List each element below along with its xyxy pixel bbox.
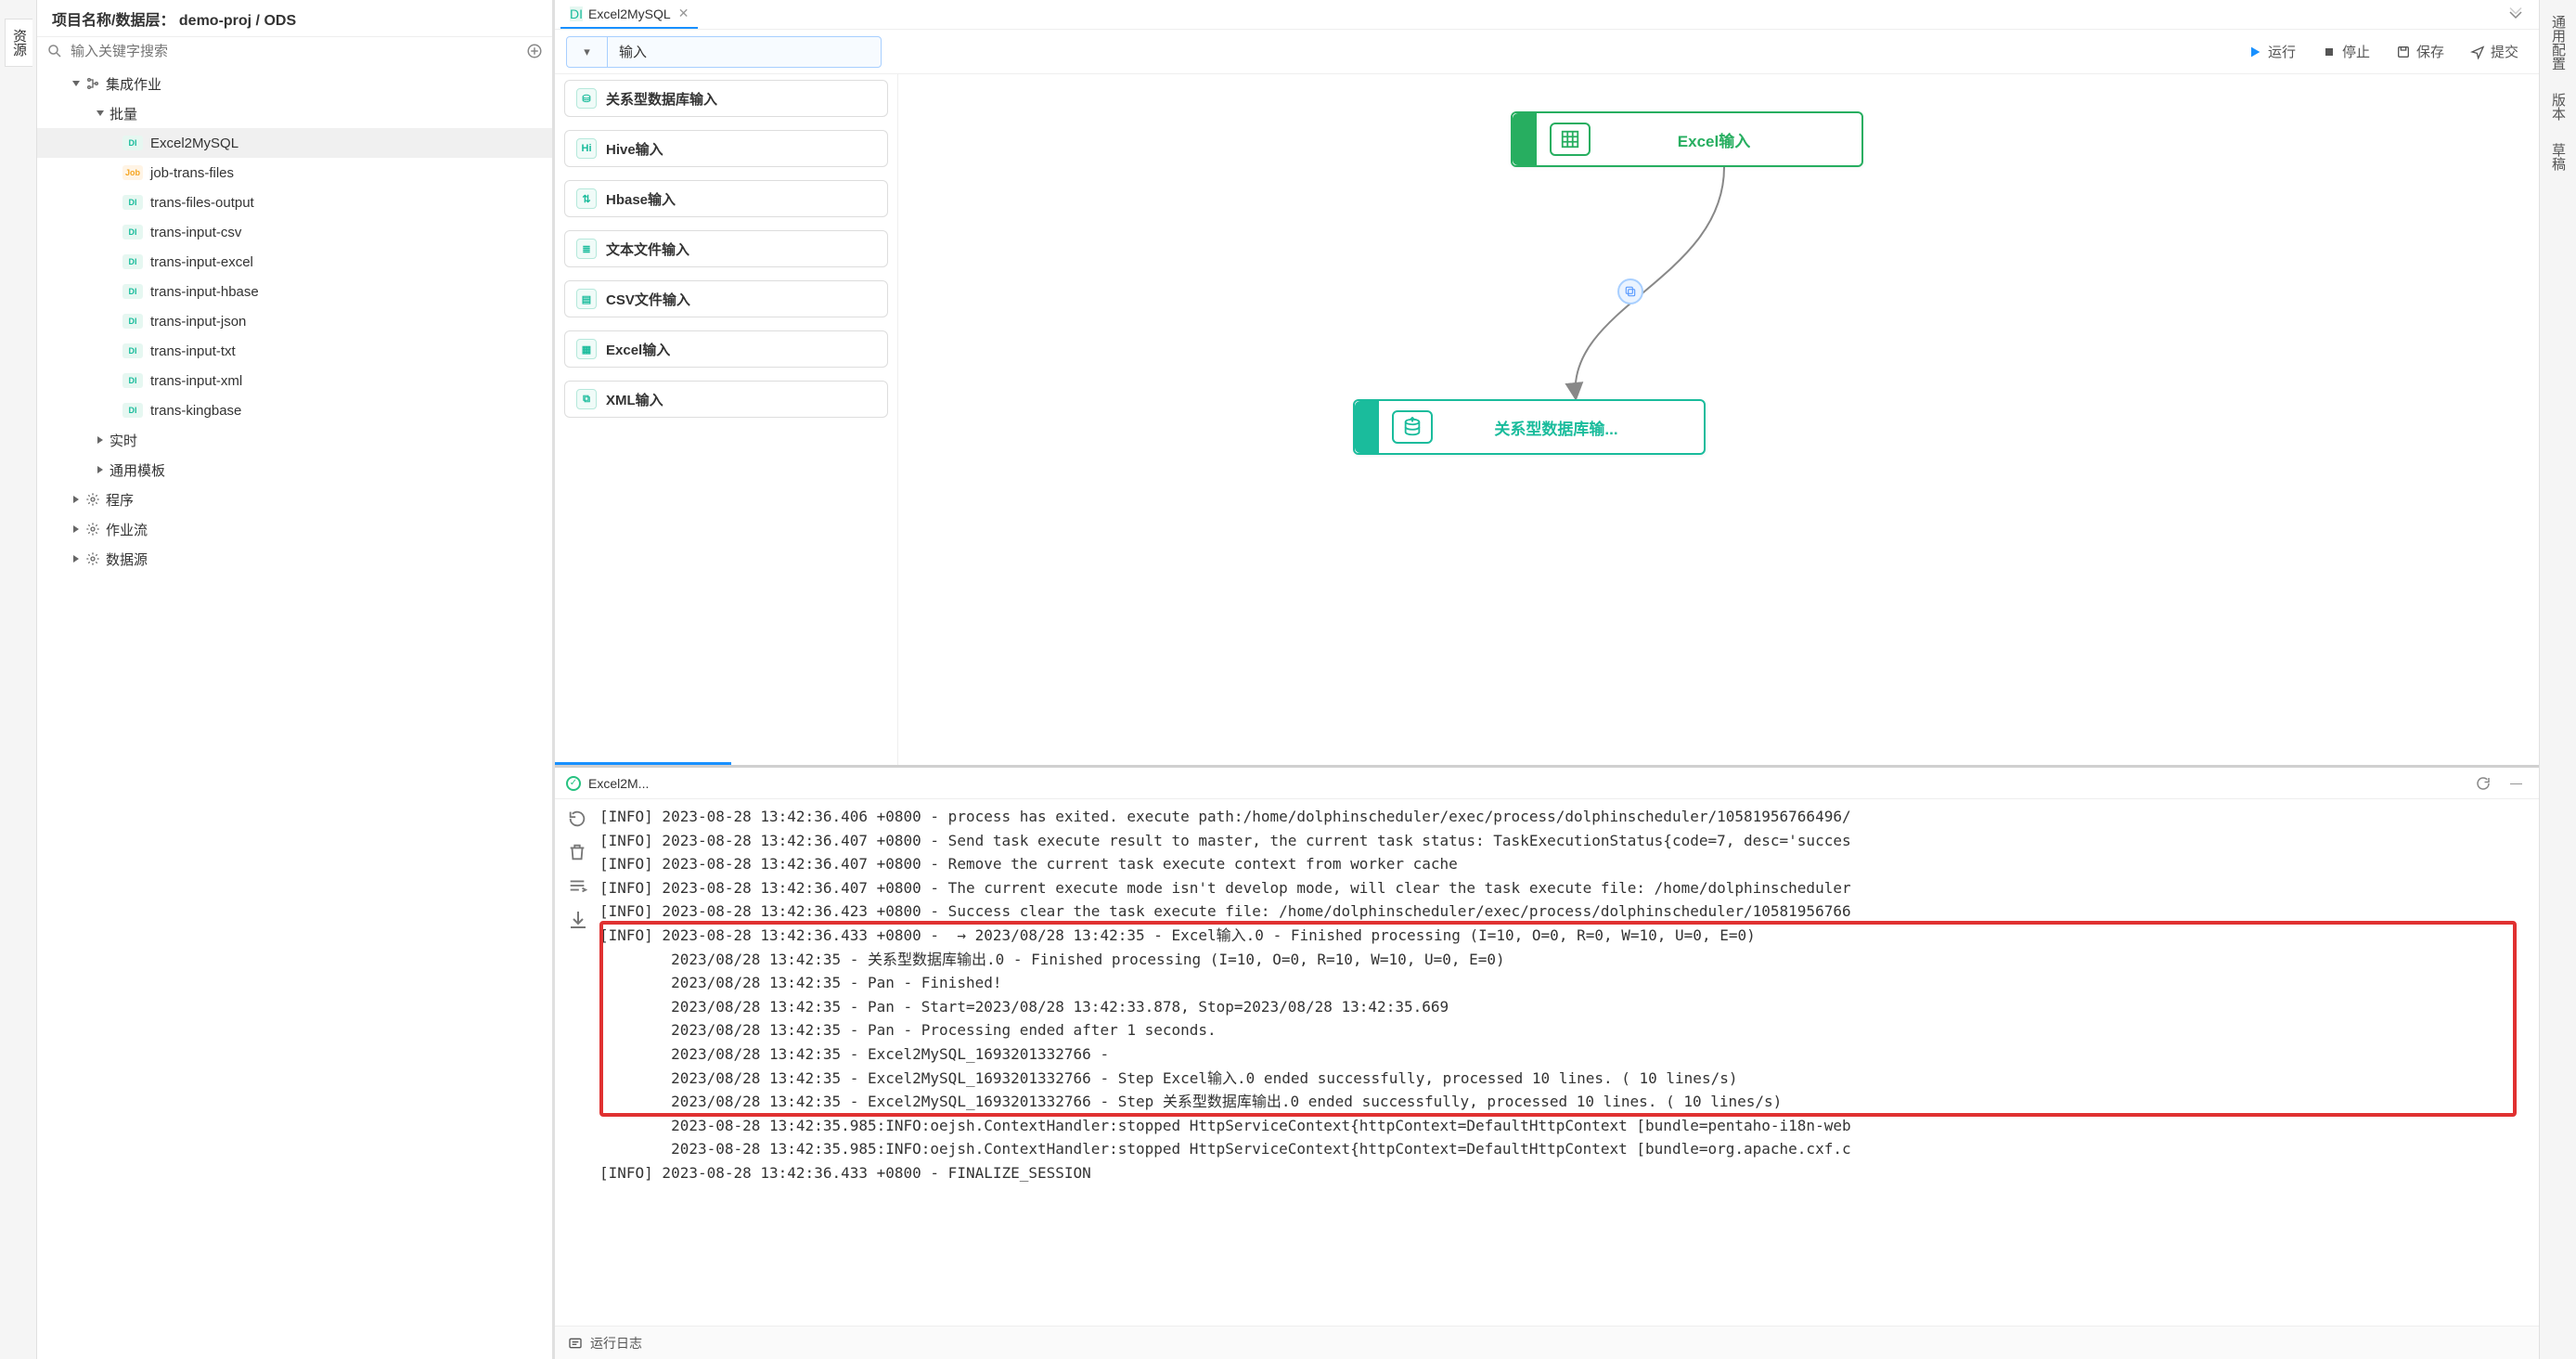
node-palette: ⛁ 关系型数据库输入 Hi Hive输入 ⇅ Hbase输入 ≣ 文本文件输入 … [555,74,898,765]
log-icon [568,1336,583,1351]
palette-hbase-in[interactable]: ⇅ Hbase输入 [564,180,888,217]
tree-root[interactable]: 集成作业 [37,69,552,98]
right-tab-config[interactable]: 通用配置 [2544,6,2571,80]
save-label: 保存 [2416,42,2444,61]
status-success-icon: ✓ [566,776,581,791]
run-button[interactable]: 运行 [2238,38,2305,65]
palette-item-label: XML输入 [606,390,663,409]
tab-excel2mysql[interactable]: DI Excel2MySQL ✕ [560,0,698,29]
tree-item-trans-kingbase[interactable]: DItrans-kingbase [37,395,552,425]
palette-item-icon: ⛁ [576,88,597,109]
grid-icon [1550,123,1591,156]
console-title: Excel2M... [588,776,649,791]
toolbar: ▾ 输入 运行 停止 保存 提交 [555,30,2539,74]
palette-item-icon: ≣ [576,239,597,259]
tree-item-Excel2MySQL[interactable]: DIExcel2MySQL [37,128,552,158]
search-input[interactable] [71,44,526,59]
node-excel-input[interactable]: Excel输入 [1511,111,1863,167]
submit-button[interactable]: 提交 [2461,38,2528,65]
palette-item-label: Hive输入 [606,139,663,159]
workspace: ⛁ 关系型数据库输入 Hi Hive输入 ⇅ Hbase输入 ≣ 文本文件输入 … [555,74,2539,765]
left-rail: 资源 [0,0,37,1359]
console-foot-label: 运行日志 [590,1334,642,1353]
console: ✓ Excel2M... — [INFO] 2023-08-28 13:42:3… [555,765,2539,1359]
palette-item-label: Hbase输入 [606,189,676,209]
editor-tabbar: DI Excel2MySQL ✕ [555,0,2539,30]
database-icon [1392,410,1433,444]
tree-item-job-trans-files[interactable]: Jobjob-trans-files [37,158,552,188]
sidebar: 项目名称/数据层： demo-proj / ODS 集成作业批量DIExcel2… [37,0,555,1359]
palette-item-icon: ▤ [576,289,597,309]
search-icon [46,43,63,59]
chevron-down-icon: ▾ [567,37,608,67]
tree-item-trans-input-hbase[interactable]: DItrans-input-hbase [37,277,552,306]
reload-icon[interactable] [567,809,587,829]
stop-label: 停止 [2342,42,2370,61]
node-label: Excel输入 [1604,128,1861,151]
submit-label: 提交 [2491,42,2518,61]
tree-item-trans-input-txt[interactable]: DItrans-input-txt [37,336,552,366]
edge-copy-icon[interactable] [1617,278,1643,304]
palette-rdb-in[interactable]: ⛁ 关系型数据库输入 [564,80,888,117]
tree-top-1[interactable]: 作业流 [37,514,552,544]
palette-hive-in[interactable]: Hi Hive输入 [564,130,888,167]
sidebar-search [37,37,552,65]
left-rail-tab-resources[interactable]: 资源 [5,19,32,67]
node-label: 关系型数据库输... [1446,416,1704,439]
save-button[interactable]: 保存 [2387,38,2454,65]
stop-button[interactable]: 停止 [2312,38,2379,65]
tree-item-trans-files-output[interactable]: DItrans-files-output [37,188,552,217]
run-label: 运行 [2268,42,2296,61]
console-footer: 运行日志 [555,1326,2539,1359]
palette-text-in[interactable]: ≣ 文本文件输入 [564,230,888,267]
tree-item-trans-input-json[interactable]: DItrans-input-json [37,306,552,336]
tree-item-trans-input-csv[interactable]: DItrans-input-csv [37,217,552,247]
console-body: [INFO] 2023-08-28 13:42:36.406 +0800 - p… [555,799,2539,1326]
category-select-label: 输入 [608,42,658,61]
tab-label: Excel2MySQL [588,6,671,21]
palette-item-icon: ⧉ [576,389,597,409]
right-tab-draft[interactable]: 草稿 [2544,134,2571,180]
log-output[interactable]: [INFO] 2023-08-28 13:42:36.406 +0800 - p… [599,799,2539,1326]
download-icon[interactable] [567,909,587,929]
console-header: ✓ Excel2M... — [555,768,2539,799]
palette-item-icon: ⇅ [576,188,597,209]
category-select[interactable]: ▾ 输入 [566,36,882,68]
tree-top-0[interactable]: 程序 [37,485,552,514]
tree-item-trans-input-excel[interactable]: DItrans-input-excel [37,247,552,277]
palette-item-label: 关系型数据库输入 [606,89,717,109]
close-icon[interactable]: ✕ [678,6,689,21]
expand-down-icon[interactable] [2498,6,2533,23]
canvas[interactable]: Excel输入 关系型数据库输... [898,74,2539,765]
main: DI Excel2MySQL ✕ ▾ 输入 运行 停止 保存 提交 [555,0,2539,1359]
project-breadcrumb: 项目名称/数据层： demo-proj / ODS [37,0,552,37]
log-highlight-box [599,921,2517,1117]
tree-top-2[interactable]: 数据源 [37,544,552,574]
refresh-icon[interactable] [2469,775,2497,792]
palette-excel-in[interactable]: ▦ Excel输入 [564,330,888,368]
node-rdb-output[interactable]: 关系型数据库输... [1353,399,1706,455]
tree-folder-2[interactable]: 通用模板 [37,455,552,485]
tree-folder-1[interactable]: 实时 [37,425,552,455]
right-rail: 通用配置 版本 草稿 [2539,0,2576,1359]
wrap-icon[interactable] [567,875,587,896]
trash-icon[interactable] [567,842,587,862]
right-tab-version[interactable]: 版本 [2544,84,2571,130]
tree-folder-0[interactable]: 批量 [37,98,552,128]
resource-tree: 集成作业批量DIExcel2MySQLJobjob-trans-filesDIt… [37,65,552,1359]
add-icon[interactable] [526,43,543,59]
palette-item-icon: Hi [576,138,597,159]
palette-item-label: 文本文件输入 [606,239,689,259]
di-icon: DI [570,6,583,21]
palette-item-label: CSV文件输入 [606,290,690,309]
tree-item-trans-input-xml[interactable]: DItrans-input-xml [37,366,552,395]
node-stripe [1513,113,1537,165]
node-stripe [1355,401,1379,453]
palette-item-icon: ▦ [576,339,597,359]
console-tools [555,799,599,1326]
palette-xml-in[interactable]: ⧉ XML输入 [564,381,888,418]
minimize-icon[interactable]: — [2505,776,2528,790]
palette-csv-in[interactable]: ▤ CSV文件输入 [564,280,888,317]
palette-item-label: Excel输入 [606,340,670,359]
